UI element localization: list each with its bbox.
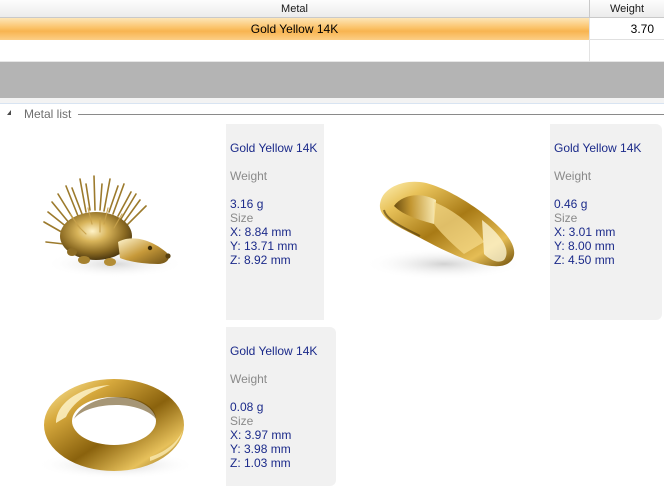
size-y: Y: 13.71 mm [230,239,298,253]
metal-list-title: Metal list [24,107,76,121]
size-z: Z: 4.50 mm [554,253,615,267]
size-label: Size [230,414,254,428]
metal-weight-table: Metal Weight Gold Yellow 14K 3.70 [0,0,664,62]
empty-panel [0,62,664,98]
metal-card[interactable]: Gold Yellow 14K Weight 0.08 g Size X: 3.… [0,327,336,486]
divider [78,114,664,115]
hedgehog-thumbnail [0,124,226,320]
splitter[interactable] [0,98,664,104]
collapse-arrow-icon[interactable] [7,110,11,115]
metal-cell[interactable]: Gold Yellow 14K [0,18,590,40]
size-x: X: 8.84 mm [230,225,292,239]
metal-info-panel: Gold Yellow 14K Weight 0.08 g Size X: 3.… [226,327,336,486]
size-x: X: 3.97 mm [230,428,292,442]
size-label: Size [230,211,254,225]
gold-nugget-thumbnail [324,124,550,320]
weight-cell[interactable]: 3.70 [590,18,664,40]
weight-value: 0.08 g [230,400,264,414]
weight-label: Weight [230,372,268,386]
metal-name: Gold Yellow 14K [554,141,642,155]
column-header-weight[interactable]: Weight [590,0,664,18]
size-y: Y: 8.00 mm [554,239,615,253]
size-z: Z: 1.03 mm [230,456,291,470]
size-x: X: 3.01 mm [554,225,616,239]
weight-label: Weight [230,169,268,183]
metal-info-panel: Gold Yellow 14K Weight 0.46 g Size X: 3.… [550,124,662,320]
column-header-metal[interactable]: Metal [0,0,590,18]
metal-card[interactable]: Gold Yellow 14K Weight 0.46 g Size X: 3.… [324,124,662,320]
weight-value: 3.16 g [230,197,264,211]
size-label: Size [554,211,578,225]
empty-table-row [0,40,664,62]
metal-name: Gold Yellow 14K [230,344,318,358]
table-header: Metal Weight [0,0,664,18]
weight-value: 0.46 g [554,197,588,211]
table-row[interactable]: Gold Yellow 14K 3.70 [0,18,664,40]
weight-label: Weight [554,169,592,183]
metal-info-panel: Gold Yellow 14K Weight 3.16 g Size X: 8.… [226,124,336,320]
size-z: Z: 8.92 mm [230,253,291,267]
metal-list-header[interactable]: Metal list [0,106,664,122]
size-y: Y: 3.98 mm [230,442,291,456]
metal-name: Gold Yellow 14K [230,141,318,155]
metal-card[interactable]: Gold Yellow 14K Weight 3.16 g Size X: 8.… [0,124,336,320]
gold-ring-thumbnail [0,327,226,486]
